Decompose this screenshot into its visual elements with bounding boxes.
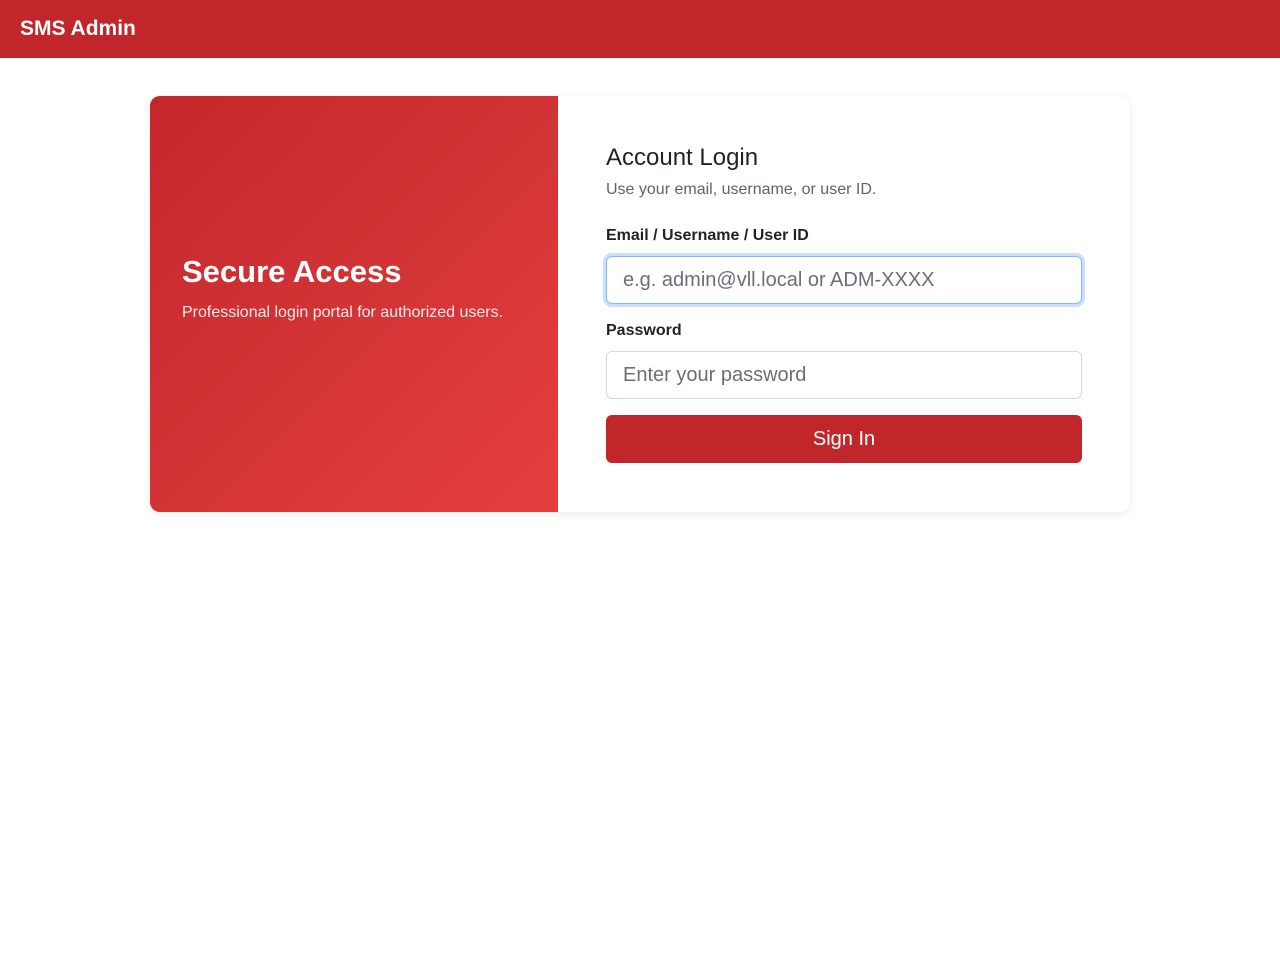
- login-card: Secure Access Professional login portal …: [150, 96, 1130, 512]
- top-navbar: SMS Admin: [0, 0, 1280, 58]
- password-label: Password: [606, 322, 682, 339]
- hero-panel: Secure Access Professional login portal …: [150, 96, 558, 512]
- field-spacer: [606, 304, 1082, 322]
- identifier-input[interactable]: [606, 256, 1082, 304]
- form-subtitle: Use your email, username, or user ID.: [606, 181, 877, 198]
- login-form: Email / Username / User ID Password Sign…: [606, 227, 1082, 463]
- sign-in-button[interactable]: Sign In: [606, 415, 1082, 463]
- brand-title[interactable]: SMS Admin: [20, 17, 136, 41]
- login-form-panel: Account Login Use your email, username, …: [558, 96, 1130, 512]
- password-input[interactable]: [606, 351, 1082, 399]
- form-title: Account Login: [606, 144, 759, 171]
- hero-subtitle: Professional login portal for authorized…: [182, 304, 504, 321]
- identifier-label: Email / Username / User ID: [606, 227, 809, 244]
- hero-title: Secure Access: [182, 254, 402, 289]
